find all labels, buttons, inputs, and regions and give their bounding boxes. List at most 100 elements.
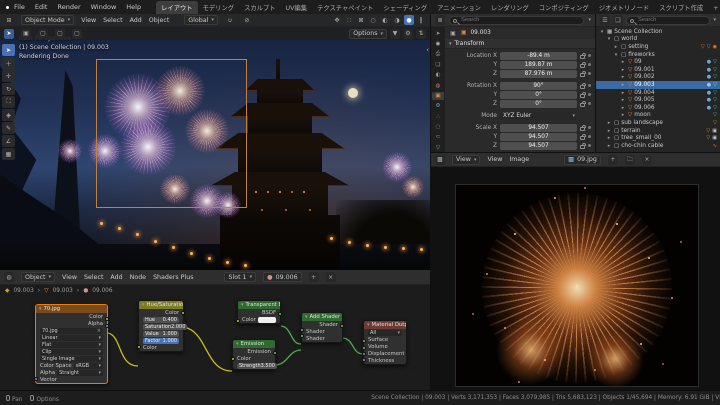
disclosure-icon[interactable]: ▸ [620,90,626,96]
node-menu-select[interactable]: Select [84,274,103,281]
shading-solid-icon[interactable]: ◐ [380,15,390,25]
image-editor[interactable]: ▩ View ▾ View Image ▩ 09.jpg + 🗀 × [431,153,720,390]
tab-particles[interactable]: ∴ [432,113,444,121]
properties-search-input[interactable] [461,17,521,23]
pause-render-button[interactable]: ‖ [416,15,426,25]
outliner-item-moon[interactable]: ▸ ▽ moon ▽ [596,112,720,120]
source-dropdown[interactable]: Single Image ▾ [40,355,103,362]
outliner-item-09-006[interactable]: ▸ ▽ 09.006 ● ▽ [596,104,720,112]
material-datablock[interactable]: ● 09.006 [263,272,302,282]
outliner-item-09-004[interactable]: ▸ ▽ 09.004 ● ▽ [596,89,720,97]
socket-color-out[interactable] [105,317,109,321]
hue-field[interactable]: Hue 0.400 [143,316,179,323]
measure-tool[interactable]: ∠ [2,135,15,147]
menu-window[interactable]: Window [91,3,117,11]
disclosure-icon[interactable]: ▾ [606,36,612,42]
outliner-item-09-001[interactable]: ▸ ▽ 09.001 ● ▽ [596,66,720,74]
editor-type-icon[interactable]: ▩ [435,154,445,165]
filter-funnel-icon[interactable]: ▼ [390,28,400,39]
socket-thickness-in[interactable] [362,358,366,362]
disclosure-icon[interactable]: ▸ [620,112,626,118]
scale-z-field[interactable]: 94.507 [500,141,577,150]
menu-render[interactable]: Render [57,3,80,11]
lock-icon[interactable] [580,142,586,149]
animate-dot[interactable] [588,84,591,87]
location-y-field[interactable]: 189.87 m [500,60,577,69]
object-name[interactable]: 09.003 [470,30,490,36]
tab-data[interactable]: ▽ [432,144,444,152]
outliner-item-cho-chin-cable[interactable]: ▸ ▢ cho-chin cable ∿ [596,142,720,150]
transform-orientation-selector[interactable]: Global ▾ [184,15,218,25]
workspace-tab-11[interactable]: + [708,3,720,14]
transform-panel-header[interactable]: ▾ Transform [445,39,595,49]
workspace-tab-9[interactable]: ジオメトリノード [594,1,654,14]
outliner-filter-icon[interactable]: ▾ [713,17,716,23]
tab-modifiers[interactable]: ⚙ [432,102,444,110]
viewport-3d[interactable]: ⊞ Object Mode ▾ View Select Add Object Gl… [0,14,430,270]
socket-shader-out[interactable] [340,324,344,328]
location-x-field[interactable]: -89.4 m [500,51,577,60]
annotate-tool[interactable]: ✎ [2,122,15,134]
outliner-item-terrain[interactable]: ▸ ▢ terrain ▽ ▣ [596,127,720,135]
saturation-field[interactable]: Saturation 2.000 [143,323,188,330]
disclosure-icon[interactable]: ▸ [606,120,612,126]
image-new-button[interactable]: + [607,154,618,165]
overlays-toggle-icon[interactable]: ∷ [344,15,354,25]
emission-strength-field[interactable]: Strength 3.500 [237,362,277,369]
options-dropdown[interactable]: Options ▾ [349,28,387,39]
render-region-box[interactable] [96,59,247,208]
outliner-item-setting[interactable]: ▸ ▢ setting ▽ ▽ ◉ [596,43,720,51]
workspace-tab-1[interactable]: モデリング [198,1,239,14]
socket-color-in[interactable] [137,345,141,349]
extension-dropdown[interactable]: Clip ▾ [40,348,103,355]
select-mode-subtract-icon[interactable]: ▢ [55,28,65,39]
socket-color-out[interactable] [181,311,185,315]
npanel-collapse-arrow[interactable]: ‹ [426,46,429,54]
socket-bsdf-out[interactable] [278,312,282,316]
disclosure-icon[interactable]: ▸ [620,105,626,111]
image-datablock-field[interactable]: 70.jpg × [40,327,103,334]
disclosure-icon[interactable]: ▸ [620,82,626,88]
disclosure-icon[interactable]: ▸ [620,97,626,103]
shading-material-icon[interactable]: ◑ [392,15,402,25]
transform-tool[interactable]: ◈ [2,109,15,121]
outliner-item-09-003[interactable]: ▸ ▽ 09.003 ● ▽ [596,81,720,89]
lock-icon[interactable] [580,61,586,68]
animate-dot[interactable] [588,54,591,57]
workspace-tab-3[interactable]: UV編集 [281,1,313,14]
socket-emission-out[interactable] [273,351,277,355]
node-canvas[interactable]: ▾ 70.jpg Color Alpha 70.jpg × Linear ▾ Flat… [0,285,430,390]
add-cube-tool[interactable]: ▦ [2,148,15,160]
workspace-tab-6[interactable]: アニメーション [432,1,486,14]
socket-volume-in[interactable] [362,346,366,350]
image-datablock[interactable]: ▩ 09.jpg [564,154,601,165]
shading-wireframe-icon[interactable]: ○ [368,15,378,25]
outliner-item-scene-collection[interactable]: ▾ ▦ Scene Collection [596,28,720,36]
image-canvas[interactable] [431,167,720,390]
material-unlink-button[interactable]: × [325,272,336,282]
interpolation-dropdown[interactable]: Linear ▾ [40,334,103,341]
hsv-node[interactable]: ▾Hue/Saturation/Value Color Hue0.400 Sat… [137,300,188,352]
node-menu-node[interactable]: Node [130,274,146,281]
emission-node[interactable]: ▾ Emission Emission Color Strength 3.500 [231,339,277,370]
scale-x-field[interactable]: 94.507 [500,123,577,132]
workspace-tab-2[interactable]: スカルプト [239,1,280,14]
outliner-item-world[interactable]: ▾ ▢ world [596,36,720,44]
scale-tool[interactable]: ⛶ [2,96,15,108]
location-z-field[interactable]: 87.976 m [500,69,577,78]
animate-dot[interactable] [588,135,591,138]
tab-output[interactable]: ⎙ [432,51,444,59]
shader-type-selector[interactable]: Object ▾ [21,272,56,282]
image-menu-view[interactable]: View [487,156,502,163]
workspace-tab-10[interactable]: スクリプト作成 [654,1,708,14]
disclosure-icon[interactable]: ▾ [599,29,605,35]
colorspace-dropdown[interactable]: sRGB ▾ [73,362,103,369]
xray-toggle-icon[interactable]: ⊠ [356,15,366,25]
disclosure-icon[interactable]: ▸ [620,59,626,65]
output-target-dropdown[interactable]: All ▾ [368,329,402,336]
workspace-tab-8[interactable]: コンポジティング [534,1,594,14]
projection-dropdown[interactable]: Flat ▾ [40,341,103,348]
viewport-menu-view[interactable]: View [81,17,96,24]
properties-filter-icon[interactable]: ▾ [588,17,591,23]
workspace-tab-5[interactable]: シェーディング [378,1,432,14]
